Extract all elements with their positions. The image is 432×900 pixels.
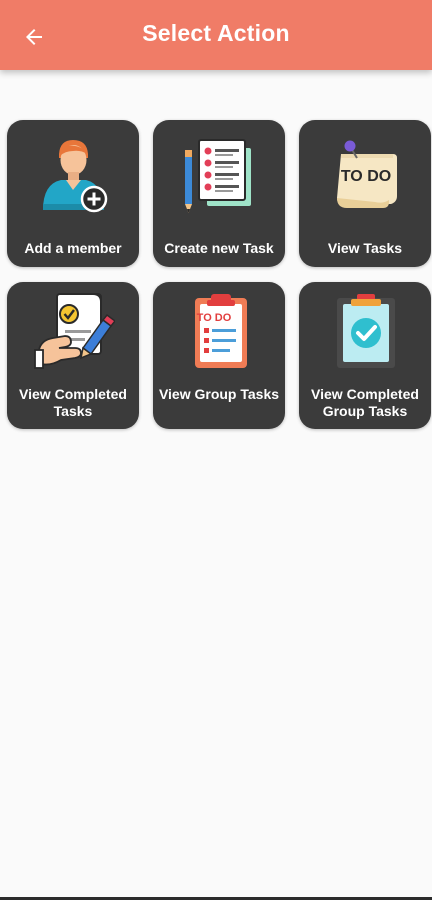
app-bar: Select Action — [0, 0, 432, 70]
add-member-tile[interactable]: Add a member — [7, 120, 139, 267]
tile-label: Create new Task — [164, 240, 274, 256]
completed-check-hand-icon — [34, 293, 115, 369]
group-todo-clipboard-icon: TO DO — [195, 294, 247, 368]
add-user-icon — [43, 140, 108, 213]
page-title: Select Action — [142, 19, 290, 46]
svg-text:TO DO: TO DO — [197, 312, 232, 324]
task-checklist-icon — [185, 139, 251, 213]
tile-label: View Completed Tasks — [19, 386, 127, 419]
create-task-tile[interactable]: Create new Task — [153, 120, 285, 267]
tile-label: View Completed Group Tasks — [311, 386, 419, 419]
back-button[interactable] — [14, 17, 54, 57]
view-tasks-tile[interactable]: TO DO View Tasks — [299, 120, 431, 267]
todo-note-icon: TO DO — [337, 140, 397, 208]
action-grid: Add a member Create new Task TO DO View … — [7, 120, 431, 429]
tile-label: View Tasks — [327, 240, 403, 256]
tile-label: View Group Tasks — [158, 386, 280, 402]
completed-clipboard-icon — [337, 294, 395, 368]
tile-label: Add a member — [24, 240, 122, 256]
view-group-tasks-tile[interactable]: TO DO View Group Tasks — [153, 282, 285, 429]
arrow-left-icon — [26, 29, 42, 45]
view-completed-tasks-tile[interactable]: View Completed Tasks — [7, 282, 139, 429]
svg-text:TO DO: TO DO — [341, 168, 391, 185]
view-completed-group-tasks-tile[interactable]: View Completed Group Tasks — [299, 282, 431, 429]
